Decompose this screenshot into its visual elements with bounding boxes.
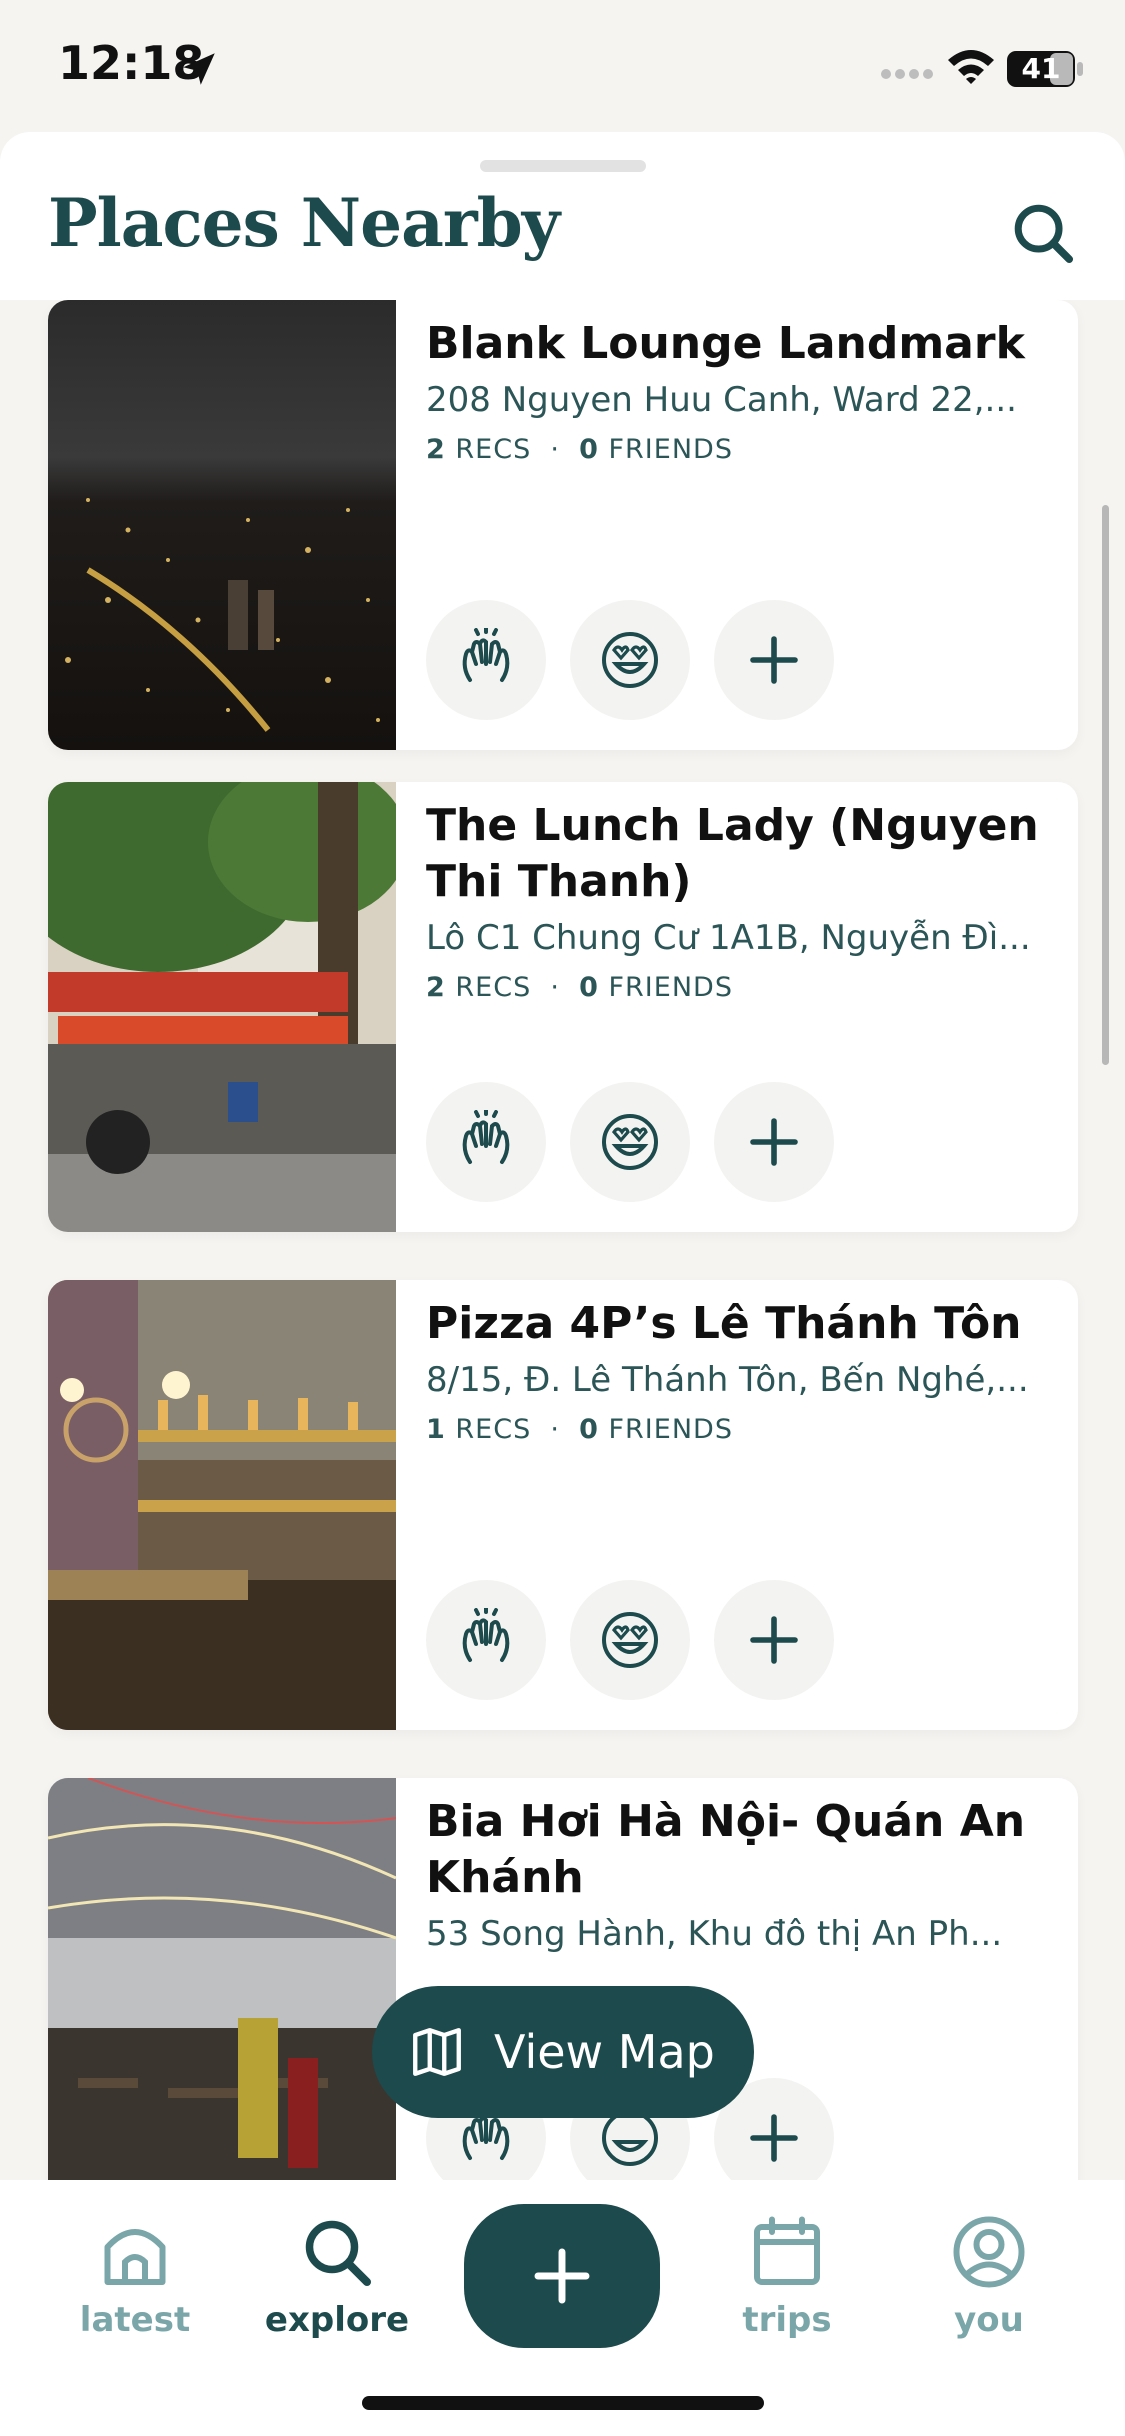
- friends-count: 0: [579, 972, 599, 1003]
- clap-button[interactable]: [426, 600, 546, 720]
- place-card[interactable]: Pizza 4P’s Lê Thánh Tôn 8/15, Đ. Lê Thán…: [48, 1280, 1078, 1730]
- plus-icon: [534, 2248, 590, 2304]
- recs-label: RECS: [455, 1414, 532, 1445]
- place-info: Blank Lounge Landmark 208 Nguyen Huu Can…: [426, 316, 1046, 465]
- recs-label: RECS: [455, 434, 532, 465]
- view-map-label: View Map: [494, 2025, 715, 2079]
- friends-label: FRIENDS: [608, 434, 733, 465]
- love-button[interactable]: [570, 1580, 690, 1700]
- place-photo: [48, 782, 396, 1232]
- clap-button[interactable]: [426, 1082, 546, 1202]
- place-actions: [426, 600, 834, 720]
- places-list[interactable]: Blank Lounge Landmark 208 Nguyen Huu Can…: [0, 300, 1125, 2180]
- place-address: 53 Song Hành, Khu đô thị An Ph...: [426, 1914, 1003, 1954]
- place-title: Blank Lounge Landmark: [426, 318, 1025, 369]
- place-stats: 2 RECS · 0 FRIENDS: [426, 972, 733, 1003]
- clap-hands-icon: [462, 1110, 510, 1164]
- location-arrow-icon: [183, 53, 215, 85]
- place-photo: [48, 1778, 396, 2180]
- tab-you-label: you: [954, 2300, 1024, 2340]
- place-address: 8/15, Đ. Lê Thánh Tôn, Bến Nghé,...: [426, 1360, 1029, 1400]
- love-button[interactable]: [570, 600, 690, 720]
- user-icon: [953, 2216, 1025, 2288]
- tab-you[interactable]: you: [904, 2212, 1074, 2340]
- tab-trips-label: trips: [742, 2300, 832, 2340]
- plus-icon: [750, 1616, 798, 1664]
- wifi-icon: [948, 50, 994, 84]
- place-stats: 1 RECS · 0 FRIENDS: [426, 1414, 733, 1445]
- place-card[interactable]: Blank Lounge Landmark 208 Nguyen Huu Can…: [48, 300, 1078, 750]
- view-map-button[interactable]: View Map: [372, 1986, 754, 2118]
- place-actions: [426, 1082, 834, 1202]
- love-button[interactable]: [570, 1082, 690, 1202]
- calendar-icon: [754, 2216, 820, 2285]
- home-indicator: [362, 2396, 764, 2410]
- place-card[interactable]: Bia Hơi Hà Nội- Quán An Khánh 53 Song Hà…: [48, 1778, 1078, 2180]
- plus-icon: [750, 1118, 798, 1166]
- status-bar: 12:18 41: [0, 0, 1125, 132]
- sheet-grabber[interactable]: [480, 160, 646, 172]
- place-info: Bia Hơi Hà Nội- Quán An Khánh 53 Song Hà…: [426, 1794, 1046, 1954]
- friends-count: 0: [579, 1414, 599, 1445]
- add-button[interactable]: [714, 600, 834, 720]
- battery-level: 41: [1021, 52, 1061, 85]
- place-address: Lô C1 Chung Cư 1A1B, Nguyễn Đì...: [426, 918, 1031, 958]
- clap-hands-icon: [462, 1608, 510, 1662]
- home-icon: [104, 2229, 166, 2285]
- place-title: Bia Hơi Hà Nội- Quán An Khánh: [426, 1796, 1026, 1903]
- place-info: Pizza 4P’s Lê Thánh Tôn 8/15, Đ. Lê Thán…: [426, 1296, 1046, 1445]
- clap-button[interactable]: [426, 1580, 546, 1700]
- heart-eyes-icon: [602, 632, 658, 688]
- place-actions: [426, 1580, 834, 1700]
- place-info: The Lunch Lady (Nguyen Thi Thanh) Lô C1 …: [426, 798, 1046, 1003]
- map-icon: [413, 2028, 461, 2076]
- heart-eyes-icon: [602, 1612, 658, 1668]
- clap-hands-icon: [462, 628, 510, 682]
- place-card[interactable]: The Lunch Lady (Nguyen Thi Thanh) Lô C1 …: [48, 782, 1078, 1232]
- search-icon[interactable]: [1008, 198, 1078, 268]
- scrollbar[interactable]: [1102, 505, 1109, 1065]
- heart-eyes-icon: [602, 1114, 658, 1170]
- tab-latest-label: latest: [79, 2300, 191, 2340]
- friends-label: FRIENDS: [608, 1414, 733, 1445]
- place-address: 208 Nguyen Huu Canh, Ward 22,...: [426, 380, 1017, 420]
- tab-trips[interactable]: trips: [702, 2212, 872, 2340]
- add-button[interactable]: [714, 1580, 834, 1700]
- page-title: Places Nearby: [48, 184, 560, 262]
- place-title: Pizza 4P’s Lê Thánh Tôn: [426, 1298, 1022, 1349]
- add-button[interactable]: [714, 1082, 834, 1202]
- place-photo: [48, 300, 396, 750]
- place-photo: [48, 1280, 396, 1730]
- search-icon: [305, 2220, 371, 2286]
- friends-count: 0: [579, 434, 599, 465]
- tab-explore-label: explore: [264, 2300, 410, 2340]
- signal-icon: [881, 69, 933, 79]
- recs-label: RECS: [455, 972, 532, 1003]
- friends-label: FRIENDS: [608, 972, 733, 1003]
- add-place-button[interactable]: [464, 2204, 660, 2348]
- recs-count: 2: [426, 434, 446, 465]
- recs-count: 2: [426, 972, 446, 1003]
- tab-latest[interactable]: latest: [50, 2212, 220, 2340]
- plus-icon: [750, 636, 798, 684]
- place-title: The Lunch Lady (Nguyen Thi Thanh): [426, 800, 1039, 907]
- recs-count: 1: [426, 1414, 446, 1445]
- place-stats: 2 RECS · 0 FRIENDS: [426, 434, 733, 465]
- plus-icon: [750, 2114, 798, 2162]
- tab-explore[interactable]: explore: [252, 2212, 422, 2340]
